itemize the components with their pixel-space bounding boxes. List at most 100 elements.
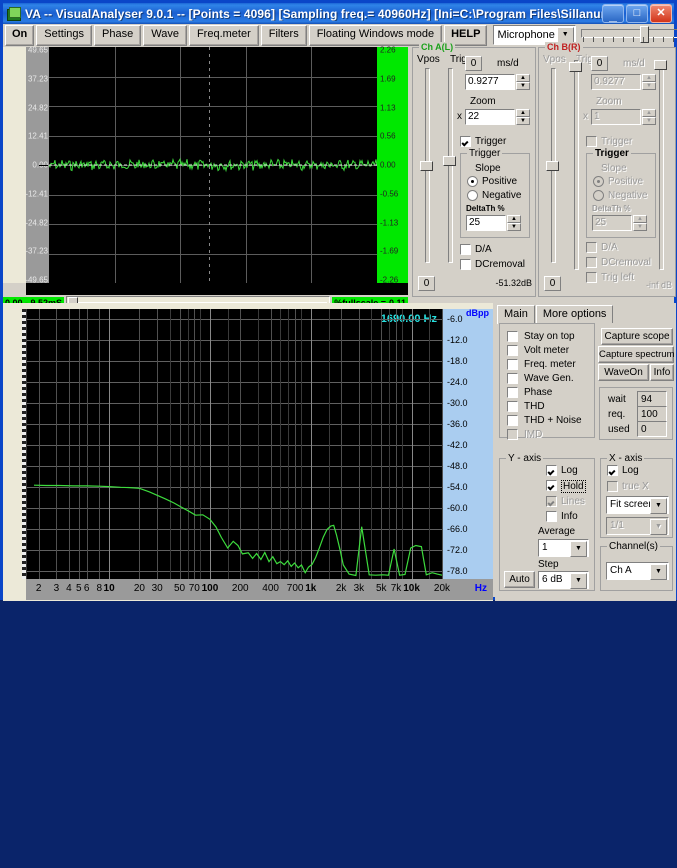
x-log-checkbox[interactable] [607,465,618,476]
slider-thumb[interactable] [546,161,559,171]
chb-zoom-field[interactable]: 1 [591,109,641,125]
y-hold-checkbox[interactable] [546,480,557,491]
menu-phase-button[interactable]: Phase [94,25,141,46]
cha-zoom-spinner[interactable]: ▲▼ [516,109,530,126]
cha-vpos-label: Vpos [417,54,440,65]
chb-delta-spinner[interactable]: ▲▼ [633,215,647,232]
cha-zoom-field[interactable]: 22 [465,109,515,125]
tab-main[interactable]: Main [497,305,535,324]
chevron-down-icon: ▼ [650,519,667,535]
x-axis-group: X - axis Log true X Fit screen ▼ 1/1 ▼ [600,458,673,538]
cha-trig-slider[interactable] [443,68,456,263]
chb-bottom-zero-button[interactable]: 0 [544,276,561,291]
cha-msd-field[interactable]: 0.9277 [465,74,515,90]
scope-y-tick-label: -12.41 [25,189,48,198]
x-truex-checkbox [607,481,618,492]
chb-trigleft-checkbox[interactable] [586,272,597,283]
chb-msd-field[interactable]: 0.9277 [591,74,641,90]
options-panel: Main More options Stay on top Volt meter… [495,303,676,601]
freq-meter-checkbox[interactable] [507,359,518,370]
chb-trigger-checkbox[interactable] [586,136,597,147]
chb-slope-positive-radio[interactable] [593,176,604,187]
menu-settings-button[interactable]: Settings [36,25,92,46]
y-step-select[interactable]: 6 dB ▼ [538,571,589,589]
input-level-slider[interactable] [581,26,674,44]
menu-freqmeter-button[interactable]: Freq.meter [189,25,259,46]
volt-meter-checkbox[interactable] [507,345,518,356]
capture-spectrum-button[interactable]: Capture spectrum [598,346,674,363]
scope-plot-area[interactable] [49,47,377,283]
chevron-down-icon[interactable]: ▼ [650,498,667,514]
chb-vpos-slider[interactable] [546,68,559,263]
menu-wave-button[interactable]: Wave [143,25,187,46]
minimize-icon: _ [603,8,623,22]
chb-trig-slider[interactable] [569,60,582,270]
chevron-down-icon[interactable]: ▼ [570,573,587,589]
chevron-down-icon[interactable]: ▼ [570,541,587,557]
spectrum-trace [26,309,443,579]
cha-slope-negative-radio[interactable] [467,190,478,201]
chb-trigger-group: Trigger Slope Positive Negative DeltaTh … [586,153,656,238]
thd-checkbox[interactable] [507,401,518,412]
chb-slope-negative-radio[interactable] [593,190,604,201]
chevron-down-icon[interactable]: ▼ [650,564,667,580]
slider-thumb[interactable] [443,156,456,166]
slider-thumb[interactable] [654,60,667,70]
cha-bottom-zero-button[interactable]: 0 [418,276,435,291]
y-log-checkbox[interactable] [546,465,557,476]
chb-msd-label: ms/d [623,58,645,69]
spectrum-y-tick-label: -24.0 [447,377,468,387]
spectrum-x-tick-label: 2 [36,583,42,594]
scope-cursor[interactable] [209,47,210,283]
cha-zero-button[interactable]: 0 [465,56,482,71]
chb-vpos-label: Vpos [543,54,566,65]
thd-noise-checkbox[interactable] [507,415,518,426]
chb-da-checkbox[interactable] [586,242,597,253]
y-info-checkbox[interactable] [546,511,557,522]
chb-slope-label: Slope [601,163,627,174]
chevron-down-icon[interactable]: ▼ [557,27,574,43]
cha-delta-field[interactable]: 25 [466,215,506,231]
cha-da-checkbox[interactable] [460,244,471,255]
x-fit-select[interactable]: Fit screen ▼ [606,496,669,514]
chb-zero-button[interactable]: 0 [591,56,608,71]
cha-delta-spinner[interactable]: ▲▼ [507,215,521,232]
slider-thumb[interactable] [569,62,582,72]
phase-checkbox[interactable] [507,387,518,398]
cha-dcremoval-checkbox[interactable] [460,259,471,270]
tab-more-options[interactable]: More options [536,305,614,323]
cha-msd-spinner[interactable]: ▲▼ [516,74,530,91]
stay-on-top-label: Stay on top [524,331,575,342]
chb-delta-label: DeltaTh % [592,204,631,213]
info-button[interactable]: Info [650,364,674,381]
channel-select[interactable]: Ch A ▼ [606,562,669,580]
menu-filters-button[interactable]: Filters [261,25,307,46]
oscilloscope-panel: 49.6537.2324.8212.410.00-12.41-24.82-37.… [3,47,408,297]
scope-y-right-tick-label: 1.13 [380,103,396,112]
chb-trigleft-label: Trig left [601,272,634,283]
x-truex-label: true X [622,481,649,492]
cha-slope-positive-radio[interactable] [467,176,478,187]
close-button[interactable]: ✕ [650,4,672,23]
wave-on-button[interactable]: WaveOn [598,364,649,381]
used-label: used [608,424,630,435]
cha-slope-label: Slope [475,163,501,174]
chb-dcremoval-checkbox[interactable] [586,257,597,268]
minimize-button[interactable]: _ [602,4,624,23]
capture-scope-button[interactable]: Capture scope [601,328,673,345]
wave-gen-checkbox[interactable] [507,373,518,384]
menu-on-button[interactable]: On [5,25,34,46]
chb-delta-field[interactable]: 25 [592,215,632,231]
cha-vpos-slider[interactable] [420,68,433,263]
chb-zoom-spinner[interactable]: ▲▼ [642,109,656,126]
slider-thumb[interactable] [420,161,433,171]
spectrum-plot-area[interactable]: 1690.00 Hz [26,309,443,579]
y-auto-button[interactable]: Auto [504,571,535,588]
y-hold-label: Hold [561,480,586,493]
maximize-button[interactable]: □ [626,4,648,23]
stay-on-top-checkbox[interactable] [507,331,518,342]
y-average-select[interactable]: 1 ▼ [538,539,589,557]
cha-trigger-checkbox[interactable] [460,136,471,147]
chb-msd-spinner[interactable]: ▲▼ [642,74,656,91]
x-log-label: Log [622,465,639,476]
